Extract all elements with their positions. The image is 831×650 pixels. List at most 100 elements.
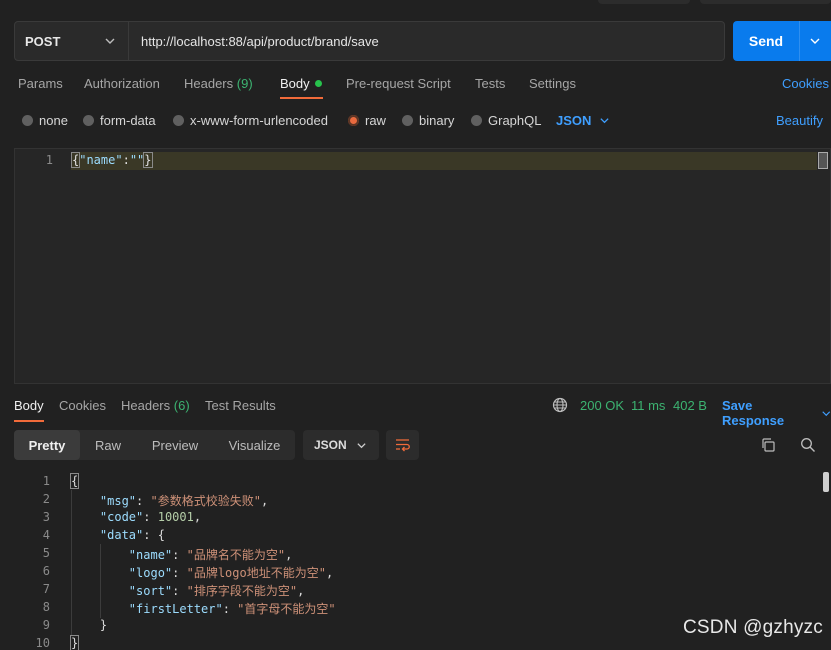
radio-x-www-form-urlencoded[interactable]: x-www-form-urlencoded [173,113,328,128]
json-key: "code" [99,510,144,524]
beautify-button[interactable]: Beautify [776,113,823,128]
chevron-down-icon[interactable] [809,35,821,47]
body-format-select[interactable]: JSON [556,113,610,128]
tab-params[interactable]: Params [18,76,63,91]
json-line: { [69,473,80,489]
view-visualize[interactable]: Visualize [214,430,295,460]
json-number: 10001 [157,510,194,524]
request-tabs: Params Authorization Headers (9) Body Pr… [0,70,831,100]
status-code[interactable]: 200 OK [580,398,624,413]
line-number: 5 [42,546,50,560]
json-key: "firstLetter" [128,602,223,616]
request-body-code[interactable]: {"name":""} [70,152,153,168]
body-format-label: JSON [556,113,592,128]
json-key: "data" [99,528,144,542]
editor-scrollbar[interactable] [818,152,828,169]
tab-settings[interactable]: Settings [529,76,576,91]
body-indicator-dot [314,80,322,87]
view-pretty[interactable]: Pretty [14,430,80,460]
tab-headers[interactable]: Headers (9) [184,76,253,91]
radio-label: binary [419,113,455,128]
response-format-label: JSON [314,438,347,452]
tab-response-cookies[interactable]: Cookies [59,398,106,413]
json-string: "品牌logo地址不能为空" [186,566,326,580]
radio-circle [83,115,94,126]
body-type-selector: none form-data x-www-form-urlencoded raw… [0,108,831,134]
response-size[interactable]: 402 B [673,398,707,413]
json-string: "首字母不能为空" [237,602,336,616]
radio-circle [402,115,413,126]
brace-close: } [143,152,153,168]
line-number: 2 [42,492,50,506]
response-tabs: Body Cookies Headers (6) Test Results 20… [0,392,831,428]
json-brace-close: } [99,618,108,632]
tab-tests[interactable]: Tests [475,76,505,91]
line-number: 10 [35,636,50,650]
active-tab-underline [14,420,44,422]
response-scrollbar[interactable] [823,472,829,492]
send-divider [799,21,800,61]
globe-icon[interactable] [552,397,568,413]
radio-none[interactable]: none [22,113,68,128]
cookies-link[interactable]: Cookies [782,76,829,91]
json-string: "参数格式校验失败" [150,494,261,508]
json-value: "" [129,153,145,167]
tab-pre-request-script[interactable]: Pre-request Script [346,76,451,91]
watermark: CSDN @gzhyzc [683,617,823,638]
tab-authorization[interactable]: Authorization [84,76,160,91]
line-number: 9 [42,618,50,632]
response-time[interactable]: 11 ms [631,398,665,413]
response-format-select[interactable]: JSON [303,430,379,460]
json-string: "品牌名不能为空" [186,548,286,562]
json-line: "logo": "品牌logo地址不能为空", [128,566,334,580]
send-button[interactable]: Send [733,21,831,61]
wrap-lines-icon [396,439,410,452]
radio-raw[interactable]: raw [348,113,386,128]
method-label: POST [25,33,61,49]
json-line: "msg": "参数格式校验失败", [99,494,269,508]
chevron-down-icon [105,38,115,44]
line-number: 1 [42,474,50,488]
line-number: 7 [42,582,50,596]
radio-graphql[interactable]: GraphQL [471,113,541,128]
method-select[interactable]: POST [14,21,129,61]
save-response-button[interactable]: Save Response [722,398,831,428]
radio-form-data[interactable]: form-data [83,113,156,128]
view-raw[interactable]: Raw [80,430,136,460]
json-line: } [69,635,80,650]
url-input[interactable]: http://localhost:88/api/product/brand/sa… [129,21,725,61]
tab-body-label: Body [280,76,310,91]
json-line: "sort": "排序字段不能为空", [128,584,305,598]
tab-response-body[interactable]: Body [14,398,44,413]
search-icon[interactable] [800,437,816,453]
radio-label: GraphQL [488,113,542,128]
json-line: "code": 10001, [99,510,202,524]
json-line: "name": "品牌名不能为空", [128,548,293,562]
view-preview[interactable]: Preview [136,430,214,460]
line-number: 1 [45,153,53,167]
radio-circle [22,115,33,126]
json-line: "data": { [99,528,165,542]
json-key: "sort" [128,584,173,598]
copy-icon[interactable] [760,437,776,453]
line-number: 6 [42,564,50,578]
wrap-lines-button[interactable] [386,430,419,460]
url-text: http://localhost:88/api/product/brand/sa… [141,33,379,49]
line-number: 8 [42,600,50,614]
radio-binary[interactable]: binary [402,113,454,128]
chevron-down-icon [821,410,830,416]
active-line-highlight [71,152,817,170]
radio-label: none [39,113,68,128]
tab-response-headers[interactable]: Headers (6) [121,398,190,413]
tab-body[interactable]: Body [280,76,322,91]
json-string: "排序字段不能为空" [186,584,298,598]
request-body-editor[interactable]: 1 {"name":""} [14,148,831,384]
json-colon: : [122,153,130,167]
radio-label: raw [365,113,386,128]
tab-test-results[interactable]: Test Results [205,398,276,413]
response-view-toolbar: Pretty Raw Preview Visualize JSON [14,430,831,462]
chevron-down-icon [357,443,366,449]
tab-response-headers-count: (6) [173,398,190,413]
json-line: } [71,618,107,632]
json-key: "name" [128,548,173,562]
